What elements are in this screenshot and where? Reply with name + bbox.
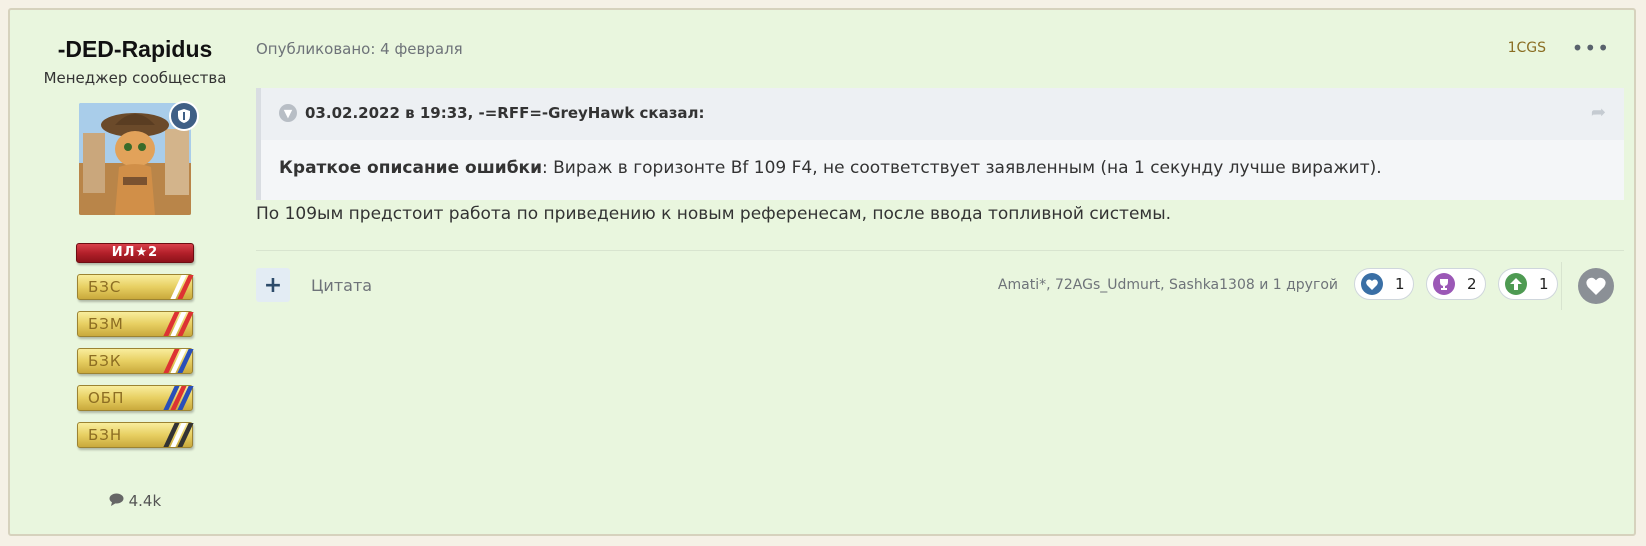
rank-badge-label: ОБП <box>88 389 125 407</box>
posts-count-value: 4.4k <box>128 492 162 510</box>
rank-badge-label: БЗМ <box>88 315 124 333</box>
reaction-users[interactable]: Amati*, 72AGs_Udmurt, Sashka1308 и 1 дру… <box>998 277 1338 293</box>
quote-body: Краткое описание ошибки: Вираж в горизон… <box>261 140 1624 200</box>
reaction-count: 1 <box>1539 275 1549 293</box>
reaction-like[interactable]: 1 <box>1354 268 1414 300</box>
heart-icon <box>1361 273 1383 295</box>
rank-badge-bzs: БЗС <box>77 274 194 300</box>
quote-header: ▼ 03.02.2022 в 19:33, -=RFF=-GreyHawk ск… <box>279 104 705 122</box>
heart-icon <box>1586 277 1606 295</box>
rank-stripes <box>163 423 194 447</box>
rank-badge-label: БЗН <box>88 426 123 444</box>
forum-post: -DED-Rapidus Менеджер сообщества ИЛ★2 БЗ… <box>8 8 1636 536</box>
rank-badge-bzm: БЗМ <box>77 311 194 337</box>
trophy-icon <box>1433 273 1455 295</box>
divider <box>256 250 1624 251</box>
quote-text: : Вираж в горизонте Bf 109 F4, не соотве… <box>542 158 1382 178</box>
rank-badge-label: БЗК <box>88 352 122 370</box>
chevron-down-icon[interactable]: ▼ <box>279 104 297 122</box>
rank-badge-bzk: БЗК <box>77 348 194 374</box>
clan-tag: 1CGS <box>1507 40 1546 56</box>
rank-badge-label: БЗС <box>88 278 122 296</box>
author-title: Менеджер сообщества <box>43 69 227 87</box>
quote-label: Краткое описание ошибки <box>279 158 543 178</box>
reaction-count: 1 <box>1395 275 1405 293</box>
multiquote-button[interactable]: + <box>256 268 290 302</box>
avatar-wrap <box>79 101 199 215</box>
author-panel: -DED-Rapidus Менеджер сообщества ИЛ★2 БЗ… <box>20 10 250 510</box>
reaction-trophy[interactable]: 2 <box>1426 268 1486 300</box>
react-heart-button[interactable] <box>1578 268 1614 304</box>
divider <box>1561 262 1562 310</box>
posts-count: 4.4k <box>20 492 250 510</box>
quote-citation: 03.02.2022 в 19:33, -=RFF=-GreyHawk сказ… <box>305 104 705 122</box>
comment-icon <box>109 492 129 510</box>
moderator-badge-icon <box>169 101 199 131</box>
rank-badges: ИЛ★2 БЗС БЗМ БЗК ОБП БЗН <box>20 243 250 448</box>
quote-block: ▼ 03.02.2022 в 19:33, -=RFF=-GreyHawk ск… <box>256 88 1624 200</box>
rank-badge-obp: ОБП <box>77 385 194 411</box>
more-options-icon[interactable]: ••• <box>1572 36 1610 60</box>
rank-badge-bzn: БЗН <box>77 422 194 448</box>
quote-button[interactable]: Цитата <box>311 276 372 295</box>
rank-stripes <box>170 275 194 299</box>
rank-stripes <box>163 349 194 373</box>
arrow-up-icon <box>1505 273 1527 295</box>
post-published-date[interactable]: Опубликовано: 4 февраля <box>256 40 463 58</box>
rank-stripes <box>163 312 194 336</box>
post-footer: + Цитата Amati*, 72AGs_Udmurt, Sashka130… <box>256 262 1624 310</box>
author-name[interactable]: -DED-Rapidus <box>20 36 250 63</box>
post-text: По 109ым предстоит работа по приведению … <box>256 204 1172 224</box>
rank-stripes <box>163 386 194 410</box>
share-icon[interactable]: ➦ <box>1591 102 1606 123</box>
reaction-count: 2 <box>1467 275 1477 293</box>
rank-badge-il2: ИЛ★2 <box>76 243 194 263</box>
reaction-upvote[interactable]: 1 <box>1498 268 1558 300</box>
